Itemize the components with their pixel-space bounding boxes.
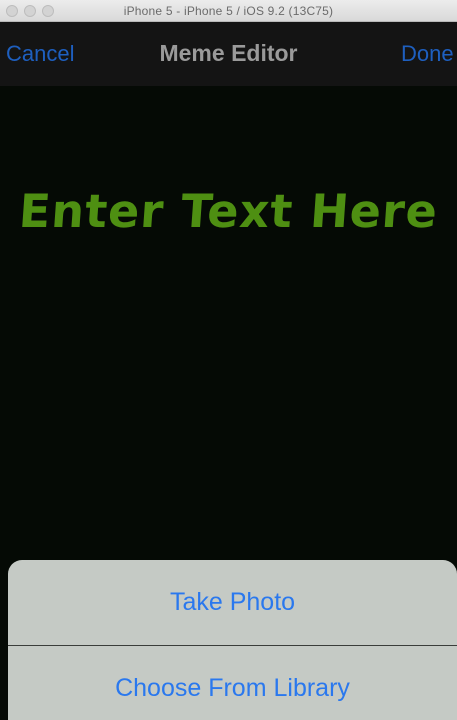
window-title: iPhone 5 - iPhone 5 / iOS 9.2 (13C75) (123, 4, 334, 18)
action-sheet: Take Photo Choose From Library (8, 560, 457, 720)
navigation-bar: Cancel Meme Editor Done (0, 22, 457, 86)
choose-from-library-button[interactable]: Choose From Library (8, 646, 457, 720)
meme-top-text-field[interactable]: Enter Text Here (0, 184, 457, 238)
page-title: Meme Editor (159, 40, 298, 66)
take-photo-button[interactable]: Take Photo (8, 560, 457, 646)
done-button[interactable]: Done (401, 41, 454, 67)
simulator-title-bar: iPhone 5 - iPhone 5 / iOS 9.2 (13C75) (0, 0, 457, 22)
